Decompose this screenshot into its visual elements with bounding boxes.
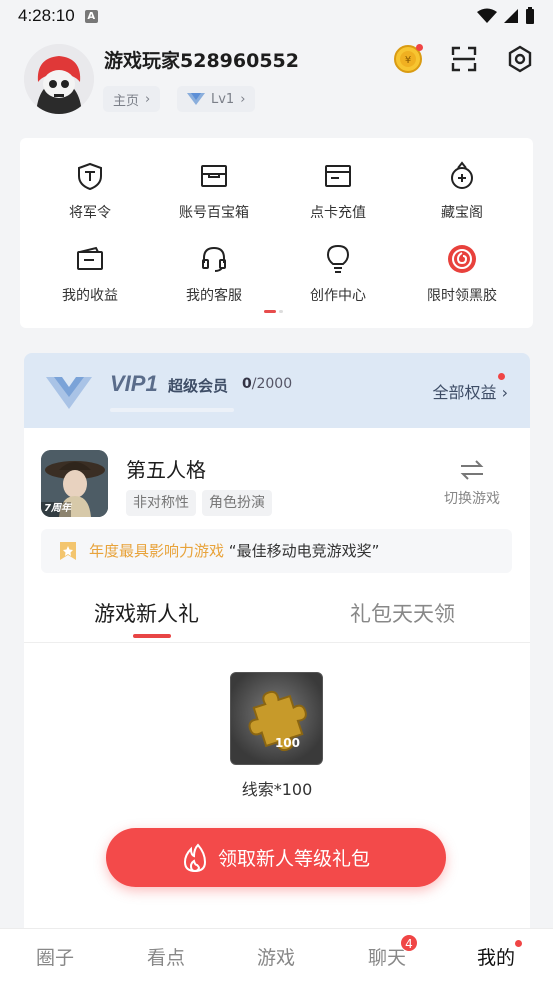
tool-label: 账号百宝箱	[179, 205, 249, 221]
flame-icon	[183, 843, 206, 872]
game-tag: 非对称性	[126, 490, 196, 516]
tool-label: 藏宝阁	[441, 205, 483, 221]
vinyl-icon	[448, 245, 476, 273]
tab-newbie-gift[interactable]: 游戏新人礼	[94, 598, 199, 628]
medal-icon	[60, 542, 76, 560]
vip-points-value: 0	[242, 376, 252, 392]
switch-game-button[interactable]: 切换游戏	[444, 458, 500, 508]
vip-points-total: /2000	[251, 376, 293, 392]
chevron-right-icon: ›	[240, 91, 246, 107]
coin-icon[interactable]: ¥	[393, 44, 423, 74]
vip-card[interactable]: VIP1 超级会员 0/2000 全部权益 ›	[24, 353, 530, 428]
pager-dot-active	[264, 310, 276, 313]
card-icon	[325, 165, 351, 187]
tools-pager	[264, 310, 283, 313]
pager-dot	[279, 310, 283, 313]
top-icons: ¥	[393, 44, 535, 74]
notification-icon: A	[84, 9, 98, 23]
signal-icon	[504, 9, 518, 23]
svg-text:¥: ¥	[405, 55, 411, 66]
level-chip[interactable]: Lv1 ›	[177, 86, 256, 112]
chevron-right-icon: ›	[145, 91, 151, 107]
level-label: Lv1	[211, 91, 235, 107]
headset-icon	[202, 246, 226, 272]
status-time: 4:28:10	[18, 6, 75, 25]
game-icon-badge: 7周年	[44, 503, 71, 514]
wallet-icon	[77, 246, 103, 270]
award-text: “最佳移动电竞游戏奖”	[228, 542, 380, 560]
avatar-character-icon	[24, 44, 94, 114]
game-card: 7周年 第五人格 非对称性 角色扮演 切换游戏 年度最具影响力游戏 “最佳移动电…	[24, 428, 530, 928]
home-label: 主页	[113, 93, 140, 109]
vip-red-dot	[498, 373, 505, 380]
username: 游戏玩家528960552	[104, 50, 299, 72]
vip-diamond-icon	[187, 93, 205, 105]
status-bar: 4:28:10 A	[0, 0, 553, 32]
vip-title: VIP1	[110, 371, 158, 396]
bottom-nav: 圈子 看点 游戏 聊天 我的	[0, 928, 553, 984]
tool-vinyl[interactable]: 限时领黑胶	[398, 241, 526, 305]
tool-customer-service[interactable]: 我的客服	[150, 241, 278, 305]
award-highlight: 年度最具影响力游戏	[89, 542, 225, 560]
vip-logo-icon	[46, 377, 92, 409]
reward-item[interactable]: 100	[230, 672, 323, 765]
avatar[interactable]	[24, 44, 94, 114]
nav-circle[interactable]: 圈子	[36, 943, 74, 970]
tool-label: 创作中心	[310, 288, 366, 304]
gift-tabs: 游戏新人礼 礼包天天领	[24, 598, 530, 643]
treasure-box-icon	[201, 165, 227, 187]
tab-daily-gift[interactable]: 礼包天天领	[350, 598, 455, 628]
claim-gift-button[interactable]: 领取新人等级礼包	[106, 828, 446, 887]
tool-label: 将军令	[69, 205, 111, 221]
tool-card-recharge[interactable]: 点卡充值	[274, 158, 402, 222]
nav-me-red-dot	[515, 940, 522, 947]
nav-highlights[interactable]: 看点	[147, 943, 185, 970]
game-icon[interactable]: 7周年	[41, 450, 108, 517]
tool-treasure-pavilion[interactable]: 藏宝阁	[398, 158, 526, 222]
reward-label: 线索*100	[241, 780, 313, 799]
tool-label: 我的收益	[62, 288, 118, 304]
home-chip[interactable]: 主页 ›	[103, 86, 161, 112]
coin-red-dot	[416, 44, 423, 51]
tool-label: 我的客服	[186, 288, 242, 304]
chat-badge: 4	[400, 934, 418, 952]
nav-games[interactable]: 游戏	[257, 943, 295, 970]
chevron-right-icon: ›	[501, 383, 508, 402]
game-name: 第五人格	[126, 458, 206, 482]
tool-token[interactable]: 将军令	[26, 158, 154, 222]
wifi-icon	[477, 8, 497, 23]
switch-game-label: 切换游戏	[444, 491, 500, 507]
tools-card: 将军令 账号百宝箱 点卡充值 藏宝阁 我的收益 我的客服 创作中心 限时领黑胶	[20, 138, 533, 328]
tool-earnings[interactable]: 我的收益	[26, 241, 154, 305]
nav-me[interactable]: 我的	[477, 943, 515, 970]
claim-gift-label: 领取新人等级礼包	[217, 848, 370, 870]
tool-creator-center[interactable]: 创作中心	[274, 241, 402, 305]
tab-underline	[133, 634, 171, 638]
treasure-pavilion-icon	[451, 161, 473, 189]
scan-icon[interactable]	[449, 44, 479, 74]
vip-name: 超级会员	[168, 377, 229, 395]
award-banner: 年度最具影响力游戏 “最佳移动电竞游戏奖”	[41, 529, 512, 573]
all-rights-label: 全部权益	[432, 383, 497, 402]
tool-treasure-box[interactable]: 账号百宝箱	[150, 158, 278, 222]
battery-icon	[526, 7, 534, 24]
tool-label: 点卡充值	[310, 205, 366, 221]
shield-icon	[78, 162, 102, 190]
lightbulb-icon	[326, 244, 350, 273]
switch-arrows-icon	[460, 460, 484, 480]
reward-qty: 100	[274, 736, 300, 750]
game-tag: 角色扮演	[202, 490, 272, 516]
all-rights-link[interactable]: 全部权益 ›	[432, 379, 508, 403]
vip-points: 0/2000	[242, 376, 292, 392]
tool-label: 限时领黑胶	[427, 288, 497, 304]
vip-progress-bar	[110, 408, 234, 412]
settings-icon[interactable]	[505, 44, 535, 74]
puzzle-piece-icon	[248, 690, 307, 752]
